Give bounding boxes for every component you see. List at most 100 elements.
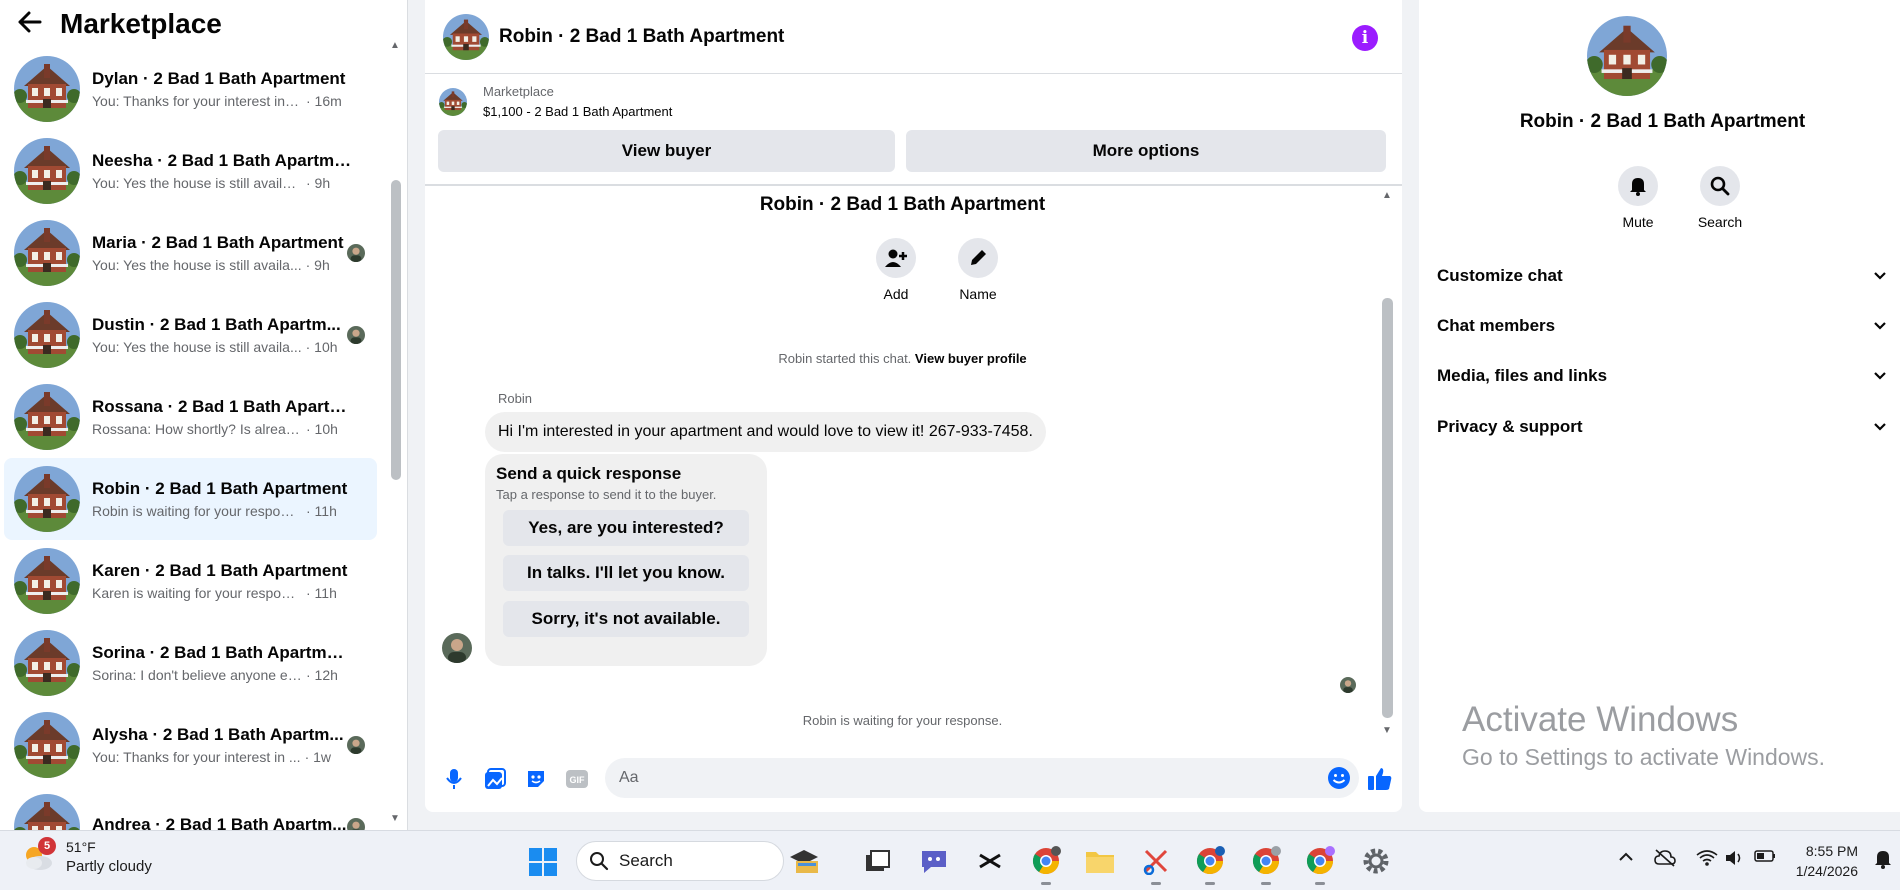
gif-icon[interactable]: GIF [560, 762, 594, 796]
conversation-avatar [14, 220, 80, 286]
listing-row[interactable]: Marketplace $1,100 - 2 Bad 1 Bath Apartm… [439, 84, 672, 119]
conversation-title: Neesha · 2 Bad 1 Bath Apartment [92, 151, 352, 170]
view-buyer-button[interactable]: View buyer [438, 130, 895, 172]
chat-app-icon[interactable] [918, 845, 950, 877]
sender-name: Robin [498, 391, 532, 406]
battery-icon[interactable] [1754, 849, 1776, 868]
photo-icon[interactable] [478, 762, 512, 796]
edit-name-button[interactable]: Name [943, 238, 1013, 302]
capcut-icon[interactable] [974, 845, 1006, 877]
conversation-item[interactable]: Alysha · 2 Bad 1 Bath Apartm... You: Than… [4, 704, 377, 786]
conversation-time: · 11h [306, 585, 337, 601]
conversation-item[interactable]: Andrea · 2 Bad 1 Bath Apartm... [4, 786, 377, 830]
scroll-up-icon[interactable]: ▲ [1382, 190, 1392, 201]
add-people-button[interactable]: Add [861, 238, 931, 302]
conversation-item[interactable]: Neesha · 2 Bad 1 Bath Apartment You: Yes … [4, 130, 377, 212]
conversation-item[interactable]: Dylan · 2 Bad 1 Bath Apartment You: Thank… [4, 48, 377, 130]
conversation-title: Dylan · 2 Bad 1 Bath Apartment [92, 69, 346, 88]
chrome-profile-a-icon[interactable] [1194, 845, 1226, 885]
add-label: Add [883, 286, 909, 302]
file-explorer-icon[interactable] [1084, 845, 1116, 877]
settings-gear-icon[interactable] [1360, 845, 1392, 877]
chat-started-line: Robin started this chat. View buyer prof… [425, 351, 1380, 366]
notification-bell-icon[interactable] [1874, 849, 1892, 874]
microphone-icon[interactable] [437, 762, 471, 796]
chrome-profile-b-icon[interactable] [1250, 845, 1282, 885]
volume-icon[interactable] [1724, 849, 1744, 872]
scrollbar-thumb[interactable] [1382, 298, 1393, 718]
weather-condition: Partly cloudy [66, 858, 152, 875]
add-person-icon [876, 238, 916, 278]
chat-avatar[interactable] [443, 14, 489, 60]
seen-avatar [347, 244, 365, 262]
emoji-icon[interactable] [1327, 766, 1351, 790]
sender-avatar[interactable] [442, 633, 472, 663]
conversation-snippet: Rossana: How shortly? Is already ... [92, 421, 302, 437]
section-media-files-links[interactable]: Media, files and links [1437, 361, 1887, 391]
weather-widget[interactable]: 5 51°F Partly cloudy [20, 837, 152, 875]
chat-scrollbar[interactable]: ▲ ▼ [1380, 190, 1396, 736]
more-options-button[interactable]: More options [906, 130, 1386, 172]
quick-response-not-available[interactable]: Sorry, it's not available. [503, 601, 749, 637]
partly-cloudy-icon: 5 [20, 837, 56, 875]
search-in-chat-button[interactable]: Search [1685, 166, 1755, 230]
scroll-down-icon[interactable]: ▼ [390, 813, 400, 824]
message-input[interactable] [619, 758, 1299, 798]
chrome-profile-d-icon[interactable] [1304, 845, 1336, 885]
conversation-item[interactable]: Maria · 2 Bad 1 Bath Apartment You: Yes t… [4, 212, 377, 294]
conversation-snippet: Sorina: I don't believe anyone ev... [92, 667, 302, 683]
message-bubble[interactable]: Hi I'm interested in your apartment and … [485, 412, 1046, 452]
view-buyer-profile-link[interactable]: View buyer profile [915, 351, 1027, 366]
sidebar-scrollbar[interactable]: ▲ ▼ [388, 40, 404, 830]
chevron-down-icon [1873, 417, 1887, 437]
sticker-icon[interactable] [519, 762, 553, 796]
scroll-up-icon[interactable]: ▲ [390, 40, 400, 51]
conversation-item[interactable]: Dustin · 2 Bad 1 Bath Apartm... You: Yes … [4, 294, 377, 376]
pencil-icon [958, 238, 998, 278]
windows-start-icon[interactable] [528, 847, 558, 877]
running-indicator [1315, 882, 1325, 885]
back-arrow-icon[interactable] [18, 9, 48, 40]
section-chat-members[interactable]: Chat members [1437, 311, 1887, 341]
conversation-item[interactable]: Karen · 2 Bad 1 Bath Apartment Karen is w… [4, 540, 377, 622]
system-clock[interactable]: 8:55 PM 1/24/2026 [1778, 841, 1858, 881]
info-icon[interactable]: i [1352, 25, 1378, 51]
taskbar-search[interactable]: Search [576, 841, 784, 881]
messenger-app: Marketplace Dylan · 2 Bad 1 Bath Apartme… [0, 0, 1900, 830]
seen-avatar [347, 818, 365, 830]
conversation-preview: You: Yes the house is still available ..… [92, 175, 352, 191]
cloud-sync-off-icon[interactable] [1654, 849, 1676, 872]
chat-title[interactable]: Robin · 2 Bad 1 Bath Apartment [499, 26, 784, 48]
education-app-icon[interactable] [788, 845, 820, 877]
section-label: Media, files and links [1437, 366, 1608, 385]
conversation-snippet: You: Yes the house is still availa... [92, 257, 302, 273]
running-indicator [1205, 882, 1215, 885]
section-privacy-support[interactable]: Privacy & support [1437, 412, 1887, 442]
wifi-icon[interactable] [1696, 849, 1718, 872]
conversation-preview: Robin is waiting for your response. · 11h [92, 503, 352, 519]
name-label: Name [959, 286, 997, 302]
conversation-title: Rossana · 2 Bad 1 Bath Apartment [92, 397, 352, 416]
scroll-down-icon[interactable]: ▼ [1382, 725, 1392, 736]
chevron-up-icon[interactable] [1618, 849, 1634, 867]
chrome-profile-c-icon[interactable] [1030, 845, 1062, 885]
read-receipt-avatar [1340, 677, 1356, 693]
scrollbar-thumb[interactable] [391, 180, 401, 480]
snipping-tool-icon[interactable] [1140, 845, 1172, 885]
quick-response-yes[interactable]: Yes, are you interested? [503, 510, 749, 546]
quick-response-in-talks[interactable]: In talks. I'll let you know. [503, 555, 749, 591]
conversation-item[interactable]: Sorina · 2 Bad 1 Bath Apartment Sorina: I… [4, 622, 377, 704]
conversation-avatar [14, 630, 80, 696]
conversation-sidebar: Marketplace Dylan · 2 Bad 1 Bath Apartme… [0, 0, 408, 830]
profile-avatar[interactable] [1587, 16, 1667, 96]
listing-price: $1,100 - 2 Bad 1 Bath Apartment [483, 104, 673, 119]
section-customize-chat[interactable]: Customize chat [1437, 261, 1887, 291]
watermark-subtitle: Go to Settings to activate Windows. [1462, 744, 1826, 770]
task-view-icon[interactable] [862, 845, 894, 877]
thumbs-up-icon[interactable] [1366, 765, 1394, 793]
conversation-avatar [14, 138, 80, 204]
section-label: Customize chat [1437, 266, 1563, 285]
conversation-item[interactable]: Robin · 2 Bad 1 Bath Apartment Robin is w… [4, 458, 377, 540]
conversation-item[interactable]: Rossana · 2 Bad 1 Bath Apartment Rossana:… [4, 376, 377, 458]
mute-button[interactable]: Mute [1603, 166, 1673, 230]
